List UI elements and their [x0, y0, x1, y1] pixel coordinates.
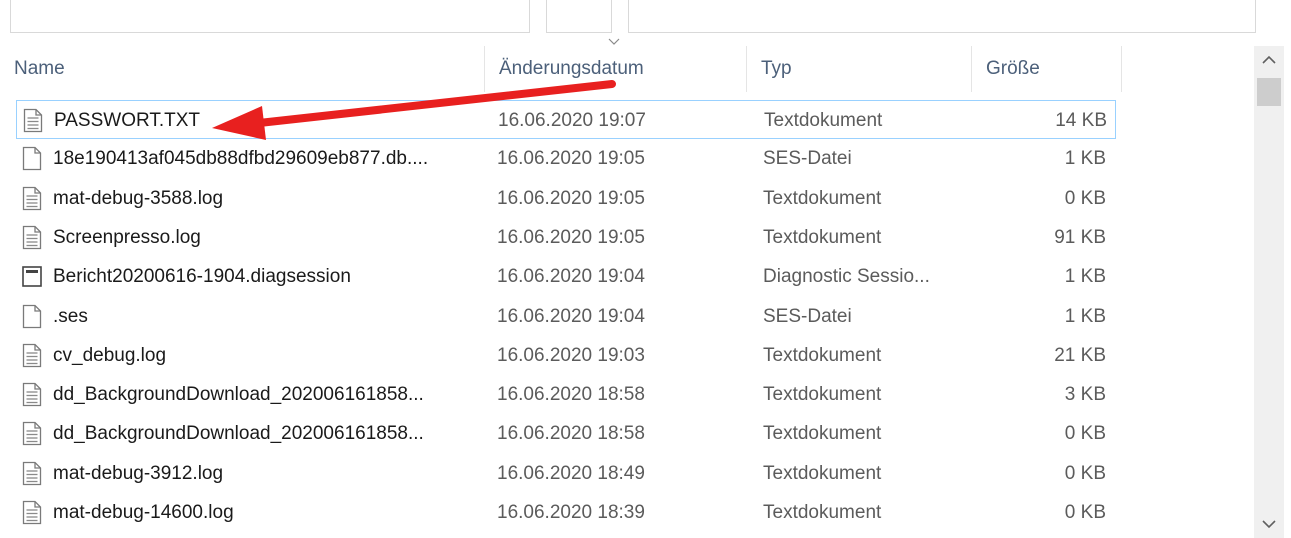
file-size: 21 KB: [1054, 344, 1106, 366]
file-name: .ses: [53, 305, 88, 327]
file-name: mat-debug-14600.log: [53, 502, 234, 523]
file-type: Textdokument: [763, 344, 882, 366]
file-name: 18e190413af045db88dfbd29609eb877.db....: [53, 148, 429, 170]
file-row[interactable]: Screenpresso.log 16.06.2020 19:05 Textdoku…: [16, 218, 1116, 257]
file-type: Textdokument: [763, 502, 882, 523]
search-box[interactable]: [628, 0, 1256, 33]
file-row[interactable]: PASSWORT.TXT 16.06.2020 19:07 Textdokument…: [16, 100, 1116, 139]
refresh-button[interactable]: [546, 0, 612, 33]
vertical-scrollbar[interactable]: [1254, 46, 1284, 538]
column-header-type[interactable]: Typ: [747, 46, 972, 92]
text-document-icon: [22, 186, 42, 211]
file-row[interactable]: Bericht20200616-1904.diagsession 16.06.20…: [16, 257, 1116, 296]
file-size: 0 KB: [1064, 502, 1106, 523]
file-size: 1 KB: [1064, 148, 1106, 170]
file-date: 16.06.2020 18:58: [497, 423, 645, 445]
address-bar-area: [0, 0, 1291, 36]
text-document-icon: [22, 500, 42, 525]
file-row[interactable]: mat-debug-14600.log 16.06.2020 18:39 Textd…: [16, 493, 1116, 532]
file-type: Diagnostic Sessio...: [763, 266, 930, 288]
file-size: 91 KB: [1054, 226, 1106, 248]
file-name: cv_debug.log: [53, 344, 167, 366]
file-date: 16.06.2020 18:58: [497, 384, 645, 406]
file-row[interactable]: mat-debug-3912.log 16.06.2020 18:49 Textdo…: [16, 454, 1116, 493]
file-name: dd_BackgroundDownload_202006161858...: [53, 384, 424, 406]
file-date: 16.06.2020 19:07: [498, 110, 646, 131]
file-type: Textdokument: [764, 110, 883, 131]
file-size: 0 KB: [1064, 187, 1106, 209]
file-date: 16.06.2020 18:39: [497, 502, 645, 523]
file-size: 14 KB: [1055, 110, 1107, 131]
file-name: Screenpresso.log: [53, 226, 201, 248]
file-type: Textdokument: [763, 384, 882, 406]
address-bar[interactable]: [10, 0, 530, 33]
file-name: dd_BackgroundDownload_202006161858...: [53, 423, 424, 445]
file-name: Bericht20200616-1904.diagsession: [53, 266, 351, 288]
file-type: Textdokument: [763, 462, 882, 484]
file-size: 1 KB: [1064, 305, 1106, 327]
file-size: 0 KB: [1064, 423, 1106, 445]
file-type: SES-Datei: [763, 148, 852, 170]
scroll-down-arrow-icon[interactable]: [1254, 510, 1284, 538]
text-document-icon: [22, 421, 42, 446]
file-size: 0 KB: [1064, 462, 1106, 484]
file-name: mat-debug-3588.log: [53, 187, 224, 209]
file-type: Textdokument: [763, 226, 882, 248]
file-date: 16.06.2020 19:04: [497, 266, 645, 288]
text-document-icon: [22, 382, 42, 407]
file-row[interactable]: dd_BackgroundDownload_202006161858... 16.…: [16, 375, 1116, 414]
diagsession-file-icon: [22, 264, 42, 289]
file-name: mat-debug-3912.log: [53, 462, 224, 484]
text-document-icon: [22, 461, 42, 486]
file-row[interactable]: dd_BackgroundDownload_202006161858... 16.…: [16, 414, 1116, 453]
file-type: Textdokument: [763, 423, 882, 445]
file-type: Textdokument: [763, 187, 882, 209]
column-header-date[interactable]: Änderungsdatum: [485, 46, 747, 92]
file-date: 16.06.2020 19:05: [497, 148, 645, 170]
file-row[interactable]: cv_debug.log 16.06.2020 19:03 Textdokument…: [16, 336, 1116, 375]
file-date: 16.06.2020 18:49: [497, 462, 645, 484]
file-size: 1 KB: [1064, 266, 1106, 288]
file-date: 16.06.2020 19:04: [497, 305, 645, 327]
file-date: 16.06.2020 19:03: [497, 344, 645, 366]
file-date: 16.06.2020 19:05: [497, 187, 645, 209]
column-header-size[interactable]: Größe: [972, 46, 1122, 92]
scroll-up-arrow-icon[interactable]: [1254, 46, 1284, 74]
file-type: SES-Datei: [763, 305, 852, 327]
text-document-icon: [22, 225, 42, 250]
file-date: 16.06.2020 19:05: [497, 226, 645, 248]
column-header-row: Name Änderungsdatum Typ Größe: [0, 46, 1250, 92]
text-document-icon: [23, 108, 43, 133]
file-size: 3 KB: [1064, 384, 1106, 406]
file-row[interactable]: 18e190413af045db88dfbd29609eb877.db.... 1…: [16, 139, 1116, 178]
text-document-icon: [22, 343, 42, 368]
file-row[interactable]: .ses 16.06.2020 19:04 SES-Datei 1 KB: [16, 297, 1116, 336]
blank-file-icon: [22, 146, 42, 171]
column-header-name[interactable]: Name: [0, 46, 485, 92]
file-row[interactable]: mat-debug-3588.log 16.06.2020 19:05 Textdo…: [16, 179, 1116, 218]
sort-descending-icon: [608, 38, 620, 45]
scroll-thumb[interactable]: [1257, 78, 1281, 106]
file-name: PASSWORT.TXT: [54, 110, 201, 131]
blank-file-icon: [22, 304, 42, 329]
